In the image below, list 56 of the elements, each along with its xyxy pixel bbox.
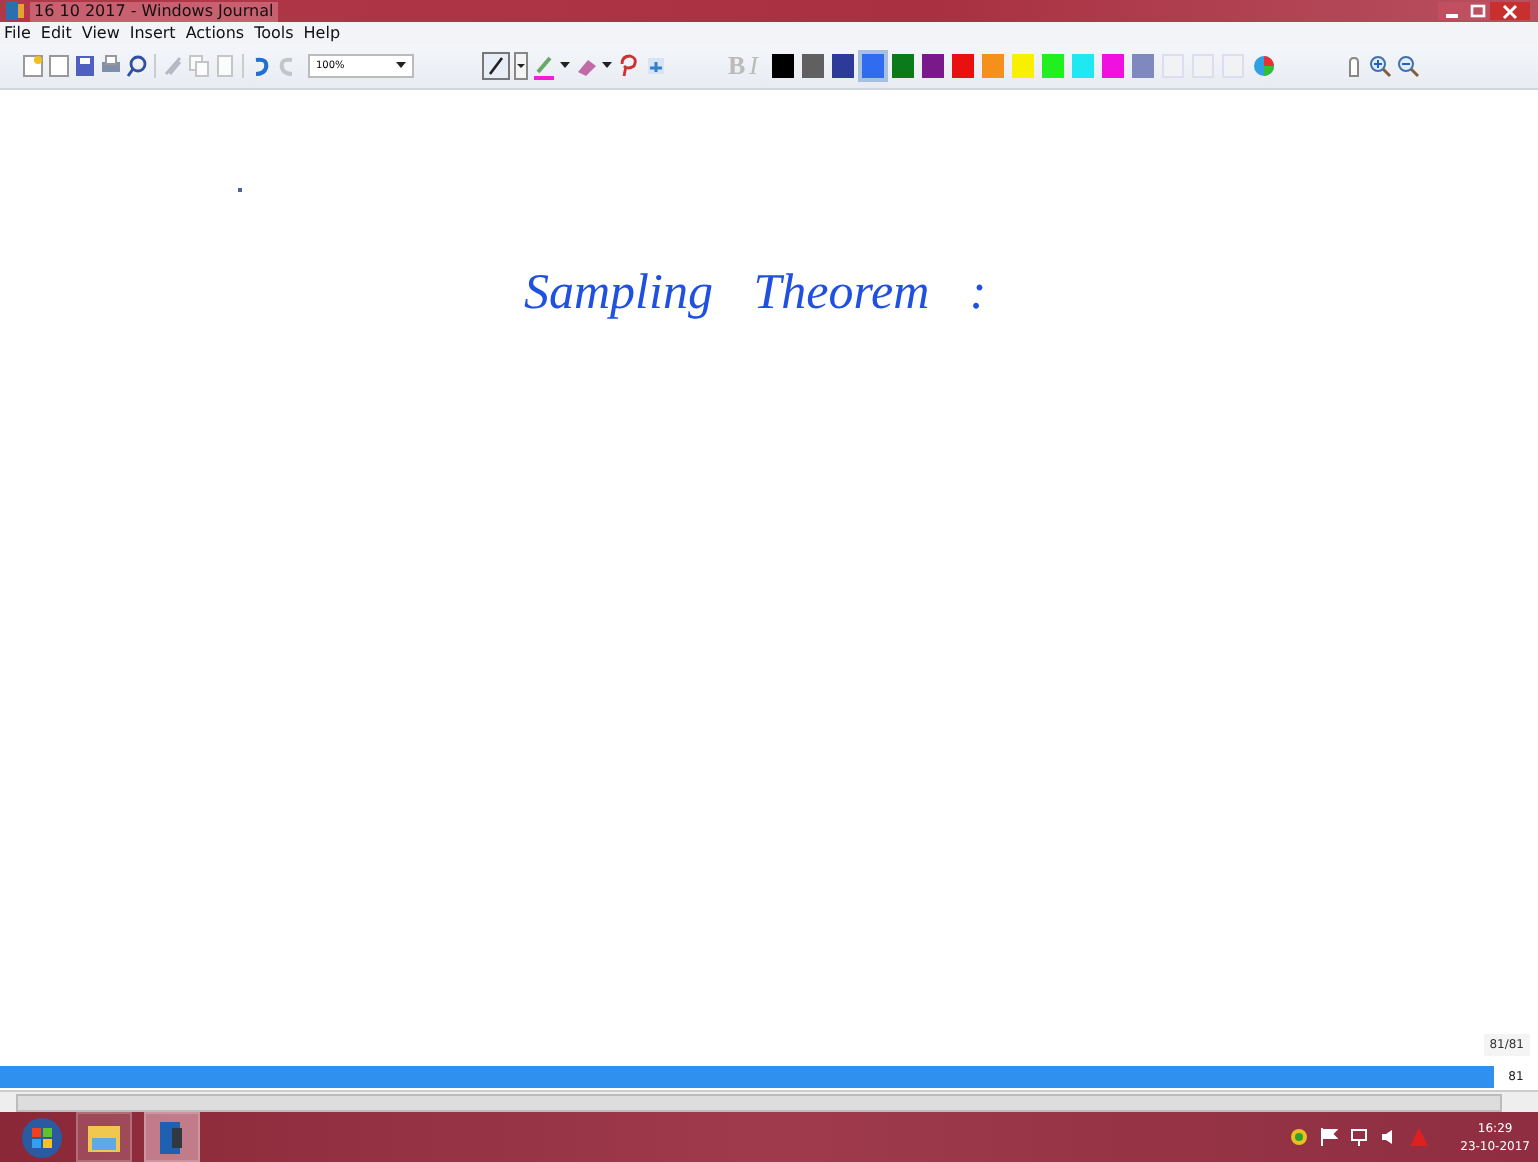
folder-taskbar-button[interactable] (76, 1112, 132, 1162)
zoom-in-icon[interactable] (1368, 54, 1393, 78)
color-swatch[interactable] (832, 54, 855, 78)
insert-space-icon[interactable] (644, 54, 668, 78)
color-swatch[interactable] (1072, 54, 1095, 78)
empty-swatch[interactable] (1192, 54, 1215, 78)
color-swatch[interactable] (952, 54, 975, 78)
color-swatch[interactable] (1012, 54, 1035, 78)
lasso-icon[interactable] (616, 54, 640, 78)
color-swatch[interactable] (862, 54, 885, 78)
menu-item[interactable]: Tools (254, 23, 294, 43)
menu-item[interactable]: Edit (40, 23, 72, 43)
search-icon[interactable] (126, 54, 148, 78)
save-icon[interactable] (74, 54, 96, 78)
flag-icon[interactable] (1320, 1128, 1339, 1146)
color-swatch[interactable] (922, 54, 945, 78)
empty-swatch[interactable] (1162, 54, 1185, 78)
close-button[interactable] (1490, 2, 1530, 20)
caret-icon (396, 62, 406, 70)
new-page-icon[interactable] (22, 54, 44, 78)
menu-item[interactable]: File (4, 23, 31, 43)
pen-icon[interactable] (482, 52, 510, 80)
document-icon[interactable] (48, 54, 70, 78)
color-wheel-icon[interactable] (1252, 54, 1277, 78)
printer-icon[interactable] (100, 54, 122, 78)
menu-item[interactable]: Actions (185, 23, 245, 43)
color-swatch[interactable] (1132, 54, 1155, 78)
empty-swatch[interactable] (1222, 54, 1245, 78)
undo-icon[interactable] (250, 54, 272, 78)
color-swatch[interactable] (802, 54, 825, 78)
caret-icon[interactable] (602, 62, 612, 70)
caret-icon[interactable] (514, 52, 528, 80)
menu-item[interactable]: View (81, 23, 120, 43)
minimize-button[interactable] (1438, 2, 1464, 20)
color-swatch[interactable] (1102, 54, 1125, 78)
color-swatch[interactable] (772, 54, 795, 78)
clipboard-icon[interactable] (214, 54, 236, 78)
tray-circle-icon[interactable] (1290, 1128, 1309, 1146)
start-button[interactable] (20, 1115, 64, 1159)
color-swatch[interactable] (1042, 54, 1065, 78)
horizontal-scrollbar[interactable] (0, 1090, 1538, 1112)
window-title: 16 10 2017 - Windows Journal (30, 1, 278, 21)
close-icon (1502, 3, 1518, 19)
folder-icon (86, 1121, 122, 1153)
zoom-out-icon[interactable] (1396, 54, 1421, 78)
maximize-icon (1469, 4, 1485, 18)
color-swatch[interactable] (982, 54, 1005, 78)
handwritten-heading: Sampling Theorem : (524, 266, 987, 322)
network-icon[interactable] (1350, 1128, 1369, 1146)
menu-item[interactable]: Insert (129, 23, 176, 43)
journal-icon (6, 2, 24, 20)
caret-icon[interactable] (560, 62, 570, 70)
journal-taskbar-button[interactable] (144, 1112, 200, 1162)
color-swatch[interactable] (892, 54, 915, 78)
menu-item[interactable]: Help (303, 23, 341, 43)
maximize-button[interactable] (1464, 2, 1490, 20)
